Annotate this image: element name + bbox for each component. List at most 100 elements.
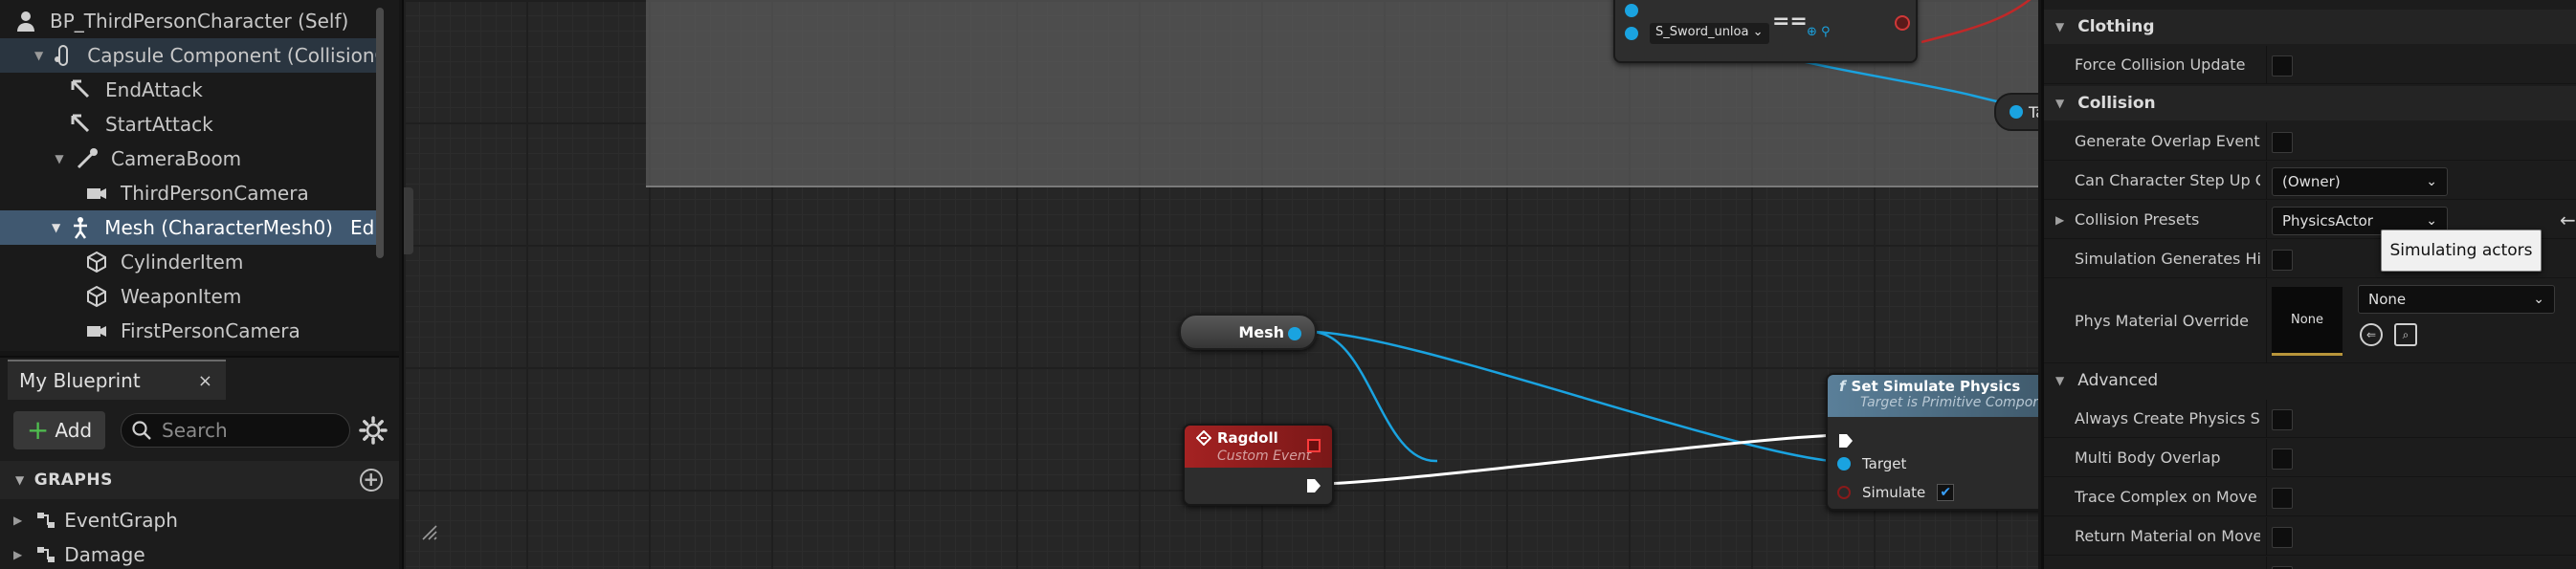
section-clothing[interactable]: ▼ Clothing <box>2044 10 2576 44</box>
equals-node[interactable]: S_Sword_unloa ⌄ == ⊕ ⚲ <box>1613 0 1918 63</box>
prop-divider[interactable] <box>2266 557 2267 569</box>
expand-arrow-icon[interactable]: ▶ <box>13 514 22 527</box>
graphs-section-header[interactable]: ▼ GRAPHS + <box>0 461 399 499</box>
expand-arrow-icon[interactable]: ▶ <box>2055 201 2064 239</box>
edit-in-link[interactable]: Edit in <box>350 216 378 239</box>
search-box[interactable] <box>121 413 350 448</box>
component-capsule[interactable]: ▼ Capsule Component (CollisionCyl <box>0 38 378 73</box>
component-label: BP_ThirdPersonCharacter (Self) <box>50 10 349 33</box>
delegate-pin[interactable] <box>1307 439 1321 452</box>
partial-node-right[interactable]: Ta <box>1994 93 2038 131</box>
browse-asset-icon[interactable]: ⌕ <box>2394 323 2417 346</box>
generate-overlap-events-checkbox[interactable] <box>2272 132 2293 153</box>
component-label: WeaponItem <box>121 285 242 308</box>
prop-divider[interactable] <box>2266 439 2267 476</box>
input-pin[interactable] <box>1625 4 1638 17</box>
prop-divider[interactable] <box>2266 46 2267 83</box>
add-button[interactable]: + Add <box>13 411 105 449</box>
enum-combo[interactable]: S_Sword_unloa ⌄ <box>1650 23 1769 44</box>
chevron-down-icon: ⌄ <box>2426 213 2437 229</box>
bool-output-pin[interactable] <box>1895 15 1910 31</box>
component-cylinderitem[interactable]: CylinderItem <box>0 245 378 279</box>
event-icon <box>1196 430 1211 446</box>
exec-input-pin[interactable] <box>1837 432 1854 449</box>
simulate-pin[interactable] <box>1837 486 1851 499</box>
force-collision-update-checkbox[interactable] <box>2272 55 2293 77</box>
graph-canvas[interactable]: S_Sword_unloa ⌄ == ⊕ ⚲ Ta Mesh Ragdoll C… <box>402 0 2038 569</box>
component-label: CylinderItem <box>121 251 244 274</box>
prop-divider[interactable] <box>2266 201 2267 238</box>
thumbnail-label: None <box>2291 313 2323 327</box>
component-endattack[interactable]: EndAttack <box>0 73 378 107</box>
target-pin[interactable] <box>1837 457 1851 471</box>
component-firstpersoncamera[interactable]: FirstPersonCamera <box>0 314 378 348</box>
node-title: Set Simulate Physics <box>1851 378 2021 395</box>
component-self[interactable]: BP_ThirdPersonCharacter (Self) <box>0 4 378 38</box>
set-simulate-physics-node[interactable]: f Set Simulate Physics Target is Primitiv… <box>1826 373 2038 511</box>
component-label: ThirdPersonCamera <box>121 182 309 205</box>
collapse-arrow-icon[interactable]: ▼ <box>34 49 43 62</box>
section-label: Collision <box>2077 94 2156 113</box>
phys-material-dropdown[interactable]: None ⌄ <box>2358 285 2555 314</box>
component-mesh[interactable]: ▼ Mesh (CharacterMesh0) Edit in <box>0 210 378 245</box>
add-graph-icon[interactable]: + <box>360 469 383 492</box>
prop-divider[interactable] <box>2266 478 2267 515</box>
components-scrollbar[interactable] <box>376 8 384 258</box>
node-subtitle: Target is Primitive Component <box>1860 395 2038 410</box>
graph-label: Damage <box>64 543 145 566</box>
prop-label: Trace Complex on Move <box>2075 488 2257 506</box>
capsule-icon <box>55 45 69 66</box>
can-step-up-dropdown[interactable]: (Owner) ⌄ <box>2272 167 2448 196</box>
component-weaponitem[interactable]: WeaponItem <box>0 279 378 314</box>
prop-divider[interactable] <box>2266 400 2267 437</box>
multi-body-overlap-checkbox[interactable] <box>2272 449 2293 470</box>
panel-collapse-handle[interactable] <box>404 187 413 254</box>
use-selected-icon[interactable]: ⇐ <box>2360 323 2383 346</box>
resize-grip-icon[interactable] <box>421 524 438 541</box>
add-pin-icon[interactable]: ⊕ ⚲ <box>1807 25 1831 39</box>
return-material-checkbox[interactable] <box>2272 527 2293 548</box>
prop-divider[interactable] <box>2266 517 2267 555</box>
simulate-checkbox[interactable]: ✔ <box>1937 484 1955 501</box>
component-cameraboom[interactable]: ▼ CameraBoom <box>0 142 378 176</box>
prop-divider[interactable] <box>2266 279 2267 362</box>
component-thirdpersoncamera[interactable]: ThirdPersonCamera <box>0 176 378 210</box>
input-pin[interactable] <box>2010 105 2023 119</box>
simulation-generates-hit-checkbox[interactable] <box>2272 250 2293 271</box>
search-icon <box>132 421 151 440</box>
plus-icon: + <box>26 414 50 446</box>
ragdoll-event-node[interactable]: Ragdoll Custom Event <box>1183 424 1334 506</box>
search-input[interactable] <box>162 419 334 442</box>
always-create-physics-checkbox[interactable] <box>2272 409 2293 430</box>
static-mesh-icon <box>87 285 106 308</box>
prop-divider[interactable] <box>2266 240 2267 277</box>
collapse-arrow-icon[interactable]: ▼ <box>52 221 60 234</box>
spring-arm-icon <box>77 148 98 169</box>
trace-complex-checkbox[interactable] <box>2272 488 2293 509</box>
reset-to-default-icon[interactable]: ← <box>2560 201 2576 239</box>
components-panel: BP_ThirdPersonCharacter (Self) ▼ Capsule… <box>0 0 399 351</box>
gear-icon[interactable] <box>358 415 389 446</box>
prop-divider[interactable] <box>2266 162 2267 199</box>
component-startattack[interactable]: StartAttack <box>0 107 378 142</box>
input-pin[interactable] <box>1625 27 1638 40</box>
component-label: CameraBoom <box>111 147 242 170</box>
prop-label: Multi Body Overlap <box>2075 449 2221 467</box>
node-title: Ragdoll <box>1217 429 1278 447</box>
material-thumbnail[interactable]: None <box>2272 287 2343 356</box>
mesh-getter-node[interactable]: Mesh <box>1179 314 1317 350</box>
prop-divider[interactable] <box>2266 122 2267 160</box>
exec-output-pin[interactable] <box>1305 477 1322 494</box>
section-advanced[interactable]: ▼ Advanced <box>2044 363 2576 398</box>
tab-my-blueprint[interactable]: My Blueprint × <box>8 360 226 400</box>
close-icon[interactable]: × <box>198 371 212 391</box>
graph-item-damage[interactable]: ▶ Damage <box>0 537 399 569</box>
mesh-output-pin[interactable] <box>1288 327 1301 340</box>
graphs-label: GRAPHS <box>33 471 113 490</box>
collapse-arrow-icon[interactable]: ▼ <box>52 152 67 165</box>
expand-arrow-icon[interactable]: ▶ <box>13 548 22 561</box>
prop-return-material-on-move: Return Material on Move <box>2044 517 2576 556</box>
prop-force-collision-update: Force Collision Update <box>2044 46 2576 84</box>
graph-item-eventgraph[interactable]: ▶ EventGraph <box>0 503 399 537</box>
section-collision[interactable]: ▼ Collision <box>2044 86 2576 120</box>
